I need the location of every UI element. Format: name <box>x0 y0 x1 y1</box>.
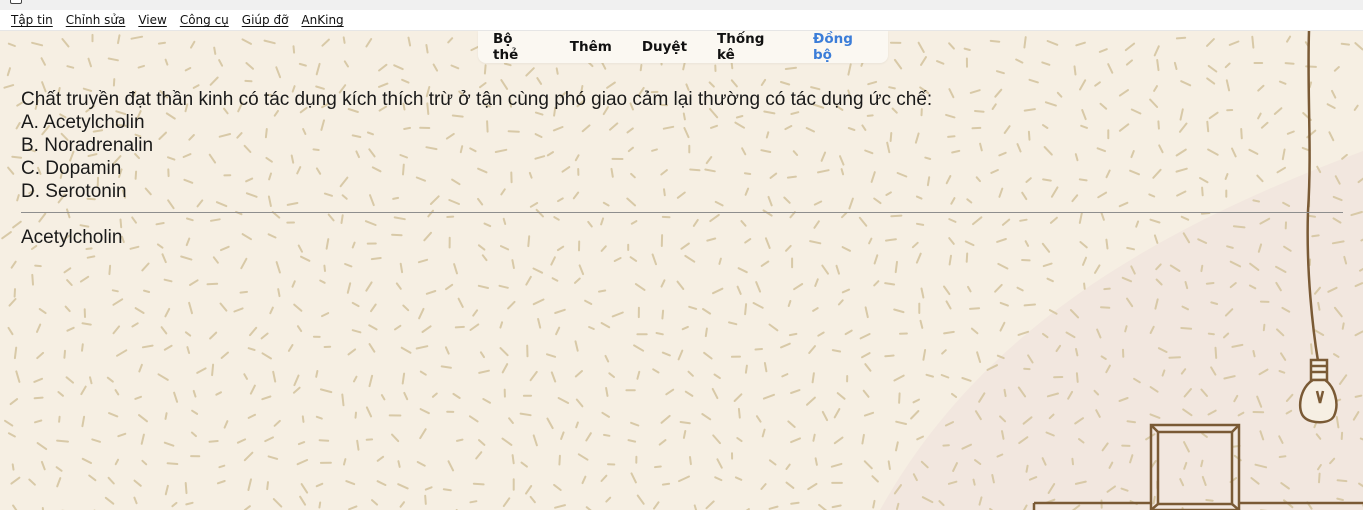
question-text: Chất truyền đạt thần kinh có tác dụng kí… <box>21 89 933 110</box>
add-button[interactable]: Thêm <box>555 39 627 55</box>
browse-button[interactable]: Duyệt <box>627 39 702 55</box>
decks-button[interactable]: Bộ thẻ <box>478 31 555 63</box>
menu-bar: Tập tin Chỉnh sửa View Công cụ Giúp đỡ A… <box>0 10 1363 31</box>
option-d: D. Serotonin <box>21 181 127 202</box>
menu-tools[interactable]: Công cụ <box>175 13 235 27</box>
answer-divider <box>21 212 1343 213</box>
top-toolbar: Bộ thẻ Thêm Duyệt Thống kê Đồng bộ <box>478 31 888 63</box>
option-c: C. Dopamin <box>21 158 122 179</box>
card-question: Chất truyền đạt thần kinh có tác dụng kí… <box>21 88 1343 203</box>
stats-button[interactable]: Thống kê <box>702 31 798 63</box>
option-a: A. Acetylcholin <box>21 112 145 133</box>
menu-file[interactable]: Tập tin <box>6 13 59 27</box>
option-b: B. Noradrenalin <box>21 135 154 156</box>
menu-help[interactable]: Giúp đỡ <box>237 13 295 27</box>
sync-button[interactable]: Đồng bộ <box>798 31 888 63</box>
menu-view[interactable]: View <box>133 13 172 27</box>
answer-text: Acetylcholin <box>21 227 123 248</box>
window-titlebar <box>0 0 1363 10</box>
menu-edit[interactable]: Chỉnh sửa <box>61 13 132 27</box>
menu-anking[interactable]: AnKing <box>296 13 349 27</box>
app-icon <box>10 0 22 4</box>
